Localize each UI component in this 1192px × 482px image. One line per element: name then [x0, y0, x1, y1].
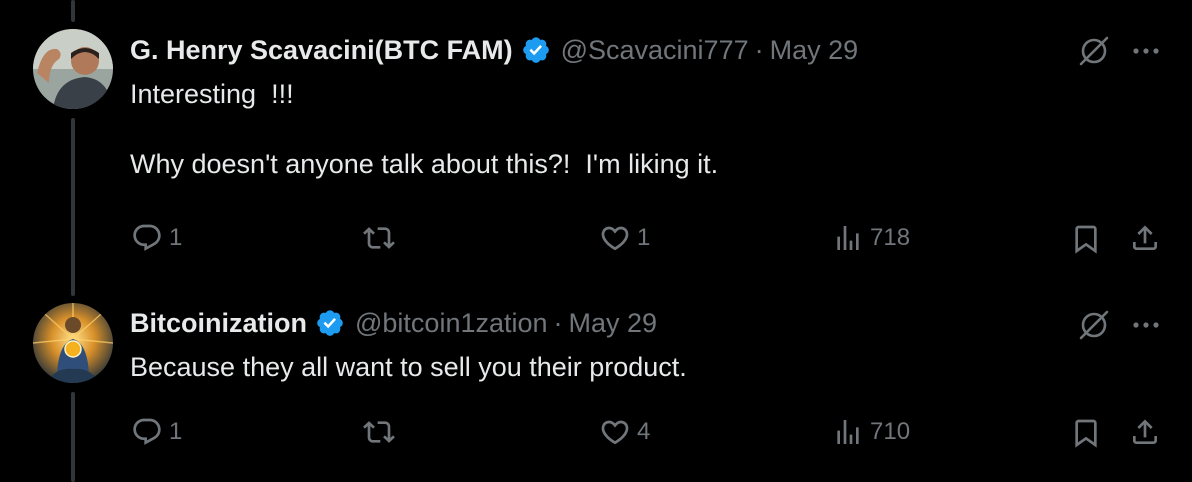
repost-icon	[363, 421, 395, 443]
tweet-header: Bitcoinization @bitcoin1zation · May 29	[130, 307, 658, 339]
like-button[interactable]: 1	[599, 222, 650, 254]
bookmark-button[interactable]	[1070, 417, 1102, 454]
reply-button[interactable]: 1	[131, 222, 182, 254]
verified-badge-icon[interactable]	[521, 35, 551, 65]
reply-icon	[133, 224, 161, 251]
like-button[interactable]: 4	[599, 416, 650, 448]
views-button[interactable]: 710	[832, 416, 910, 448]
bookmark-icon	[1075, 419, 1097, 448]
avatar[interactable]	[33, 303, 113, 383]
views-icon	[837, 226, 859, 250]
views-button[interactable]: 718	[832, 222, 910, 254]
tweet-text: Interesting !!! Why doesn't anyone talk …	[130, 79, 719, 179]
author-name[interactable]: G. Henry Scavacini(BTC FAM)	[130, 35, 513, 66]
share-button[interactable]	[1129, 416, 1161, 453]
verified-badge-icon[interactable]	[315, 308, 345, 338]
grok-icon[interactable]	[1077, 308, 1111, 342]
bookmark-icon	[1075, 225, 1097, 254]
reply-button[interactable]: 1	[131, 416, 182, 448]
thread-line-middle	[71, 118, 75, 296]
tweet-date[interactable]: May 29	[770, 35, 859, 65]
author-handle[interactable]: @Scavacini777	[561, 35, 749, 65]
more-icon[interactable]	[1129, 34, 1163, 68]
share-icon	[1133, 225, 1157, 250]
repost-icon	[363, 227, 395, 249]
grok-icon[interactable]	[1077, 34, 1111, 68]
tweet-date[interactable]: May 29	[569, 308, 658, 338]
tweet-text: Because they all want to sell you their …	[130, 352, 687, 382]
like-icon	[601, 226, 629, 251]
avatar[interactable]	[33, 29, 113, 109]
thread-line-top	[71, 0, 75, 22]
bookmark-button[interactable]	[1070, 223, 1102, 260]
repost-button[interactable]	[363, 222, 401, 254]
like-icon	[601, 420, 629, 445]
views-icon	[837, 420, 859, 444]
share-button[interactable]	[1129, 222, 1161, 259]
author-name[interactable]: Bitcoinization	[130, 308, 307, 339]
more-icon[interactable]	[1129, 308, 1163, 342]
tweet-header: G. Henry Scavacini(BTC FAM) @Scavacini77…	[130, 34, 859, 66]
thread-line-bottom	[71, 392, 75, 482]
reply-icon	[133, 418, 161, 445]
author-handle[interactable]: @bitcoin1zation	[355, 308, 548, 338]
repost-button[interactable]	[363, 416, 401, 448]
share-icon	[1133, 419, 1157, 444]
